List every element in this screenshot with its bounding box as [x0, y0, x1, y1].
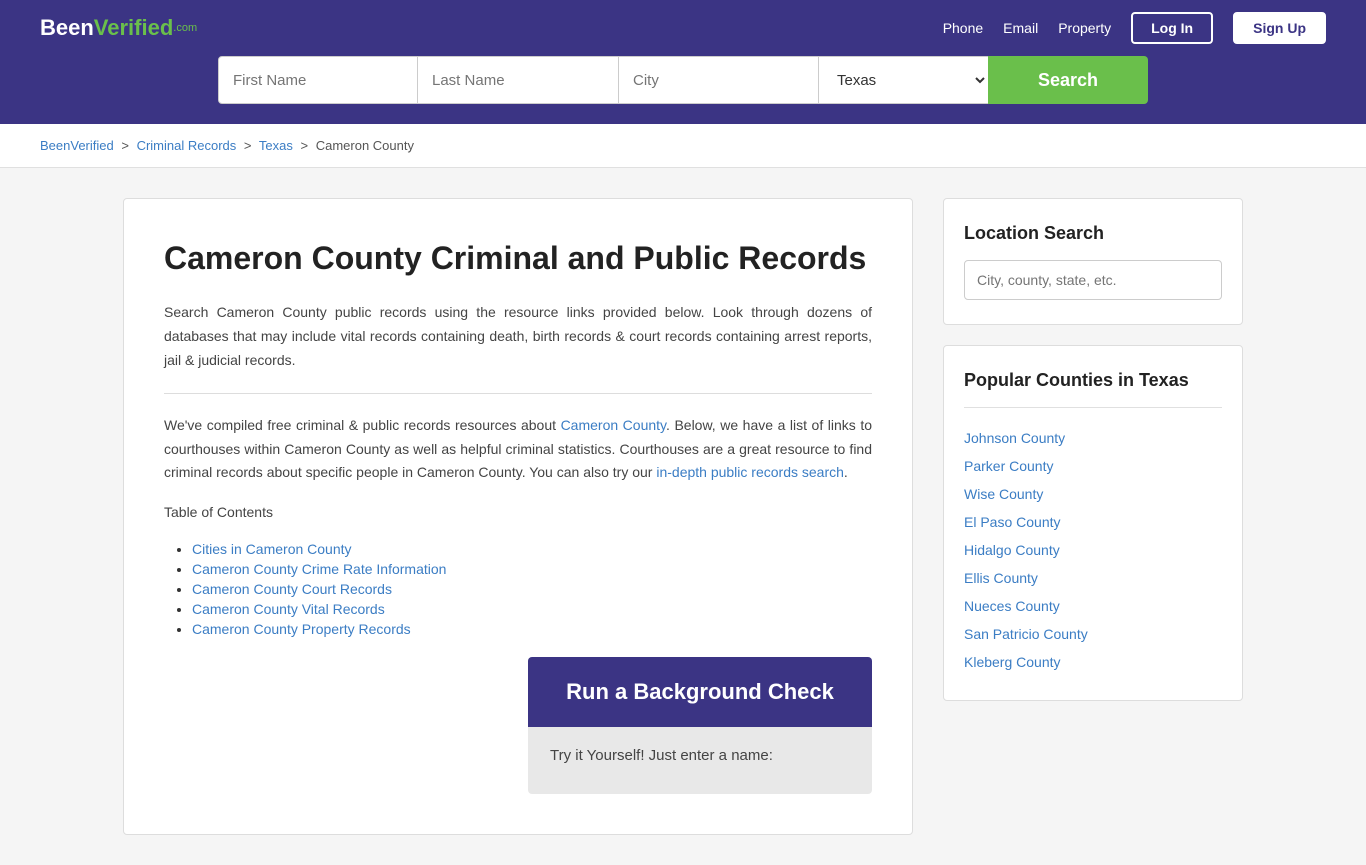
- bottom-section: Run a Background Check Try it Yourself! …: [164, 657, 872, 795]
- list-item: Nueces County: [964, 592, 1222, 620]
- breadcrumb-sep1: >: [121, 138, 129, 153]
- toc-item[interactable]: Cities in Cameron County: [192, 541, 352, 557]
- county-link[interactable]: El Paso County: [964, 514, 1061, 530]
- county-link[interactable]: Wise County: [964, 486, 1043, 502]
- popular-counties-widget: Popular Counties in Texas Johnson County…: [943, 345, 1243, 701]
- nav-email[interactable]: Email: [1003, 20, 1038, 36]
- breadcrumb-criminal[interactable]: Criminal Records: [137, 138, 237, 153]
- location-search-input[interactable]: [964, 260, 1222, 300]
- signup-button[interactable]: Sign Up: [1233, 12, 1326, 44]
- main-content: Cameron County Criminal and Public Recor…: [83, 198, 1283, 835]
- county-link[interactable]: Hidalgo County: [964, 542, 1060, 558]
- widget-divider: [964, 407, 1222, 408]
- list-item: Johnson County: [964, 424, 1222, 452]
- list-item: Cameron County Vital Records: [192, 601, 872, 617]
- toc-list: Cities in Cameron County Cameron County C…: [164, 541, 872, 637]
- breadcrumb: BeenVerified > Criminal Records > Texas …: [0, 124, 1366, 168]
- breadcrumb-current: Cameron County: [316, 138, 414, 153]
- list-item: Kleberg County: [964, 648, 1222, 676]
- location-search-widget: Location Search: [943, 198, 1243, 325]
- county-link[interactable]: Johnson County: [964, 430, 1065, 446]
- breadcrumb-sep3: >: [300, 138, 308, 153]
- bg-check-container: Run a Background Check Try it Yourself! …: [528, 657, 872, 795]
- breadcrumb-sep2: >: [244, 138, 252, 153]
- county-link[interactable]: Ellis County: [964, 570, 1038, 586]
- body-paragraph: We've compiled free criminal & public re…: [164, 414, 872, 485]
- intro-paragraph: Search Cameron County public records usi…: [164, 301, 872, 372]
- first-name-input[interactable]: [218, 56, 418, 104]
- list-item: Cameron County Court Records: [192, 581, 872, 597]
- list-item: Parker County: [964, 452, 1222, 480]
- location-search-title: Location Search: [964, 223, 1222, 244]
- list-item: Hidalgo County: [964, 536, 1222, 564]
- search-bar: Texas Alabama Alaska California Florida …: [0, 56, 1366, 124]
- city-input[interactable]: [618, 56, 818, 104]
- login-button[interactable]: Log In: [1131, 12, 1213, 44]
- list-item: Wise County: [964, 480, 1222, 508]
- body-pre: We've compiled free criminal & public re…: [164, 417, 561, 433]
- bg-check-box: Run a Background Check: [528, 657, 872, 727]
- divider: [164, 393, 872, 394]
- list-item: Cameron County Property Records: [192, 621, 872, 637]
- cameron-county-link[interactable]: Cameron County: [561, 417, 666, 433]
- last-name-input[interactable]: [418, 56, 618, 104]
- county-link[interactable]: San Patricio County: [964, 626, 1088, 642]
- logo-verified: Verified: [94, 15, 173, 41]
- county-link[interactable]: Kleberg County: [964, 654, 1061, 670]
- list-item: Ellis County: [964, 564, 1222, 592]
- site-header: BeenVerified.com Phone Email Property Lo…: [0, 0, 1366, 56]
- popular-counties-title: Popular Counties in Texas: [964, 370, 1222, 391]
- breadcrumb-texas[interactable]: Texas: [259, 138, 293, 153]
- county-link[interactable]: Nueces County: [964, 598, 1060, 614]
- left-panel: Cameron County Criminal and Public Recor…: [123, 198, 913, 835]
- search-button[interactable]: Search: [988, 56, 1148, 104]
- nav-property[interactable]: Property: [1058, 20, 1111, 36]
- toc-title: Table of Contents: [164, 501, 872, 525]
- logo-been: Been: [40, 15, 94, 41]
- logo: BeenVerified.com: [40, 15, 197, 41]
- logo-com: .com: [173, 22, 197, 34]
- list-item: El Paso County: [964, 508, 1222, 536]
- list-item: Cameron County Crime Rate Information: [192, 561, 872, 577]
- bg-check-subtitle: Try it Yourself! Just enter a name:: [550, 743, 850, 769]
- county-list: Johnson County Parker County Wise County El…: [964, 424, 1222, 676]
- right-panel: Location Search Popular Counties in Texa…: [943, 198, 1243, 835]
- county-link[interactable]: Parker County: [964, 458, 1053, 474]
- body-end: .: [844, 464, 848, 480]
- indepth-link[interactable]: in-depth public records search: [656, 464, 844, 480]
- page-title: Cameron County Criminal and Public Recor…: [164, 239, 872, 277]
- toc-item[interactable]: Cameron County Property Records: [192, 621, 411, 637]
- breadcrumb-home[interactable]: BeenVerified: [40, 138, 114, 153]
- bg-check-sub: Try it Yourself! Just enter a name:: [528, 727, 872, 795]
- state-select[interactable]: Texas Alabama Alaska California Florida …: [818, 56, 988, 104]
- toc-item[interactable]: Cameron County Crime Rate Information: [192, 561, 446, 577]
- toc-item[interactable]: Cameron County Court Records: [192, 581, 392, 597]
- toc-item[interactable]: Cameron County Vital Records: [192, 601, 385, 617]
- list-item: San Patricio County: [964, 620, 1222, 648]
- bg-check-title: Run a Background Check: [550, 679, 850, 705]
- list-item: Cities in Cameron County: [192, 541, 872, 557]
- nav-phone[interactable]: Phone: [943, 20, 983, 36]
- header-nav: Phone Email Property Log In Sign Up: [943, 12, 1326, 44]
